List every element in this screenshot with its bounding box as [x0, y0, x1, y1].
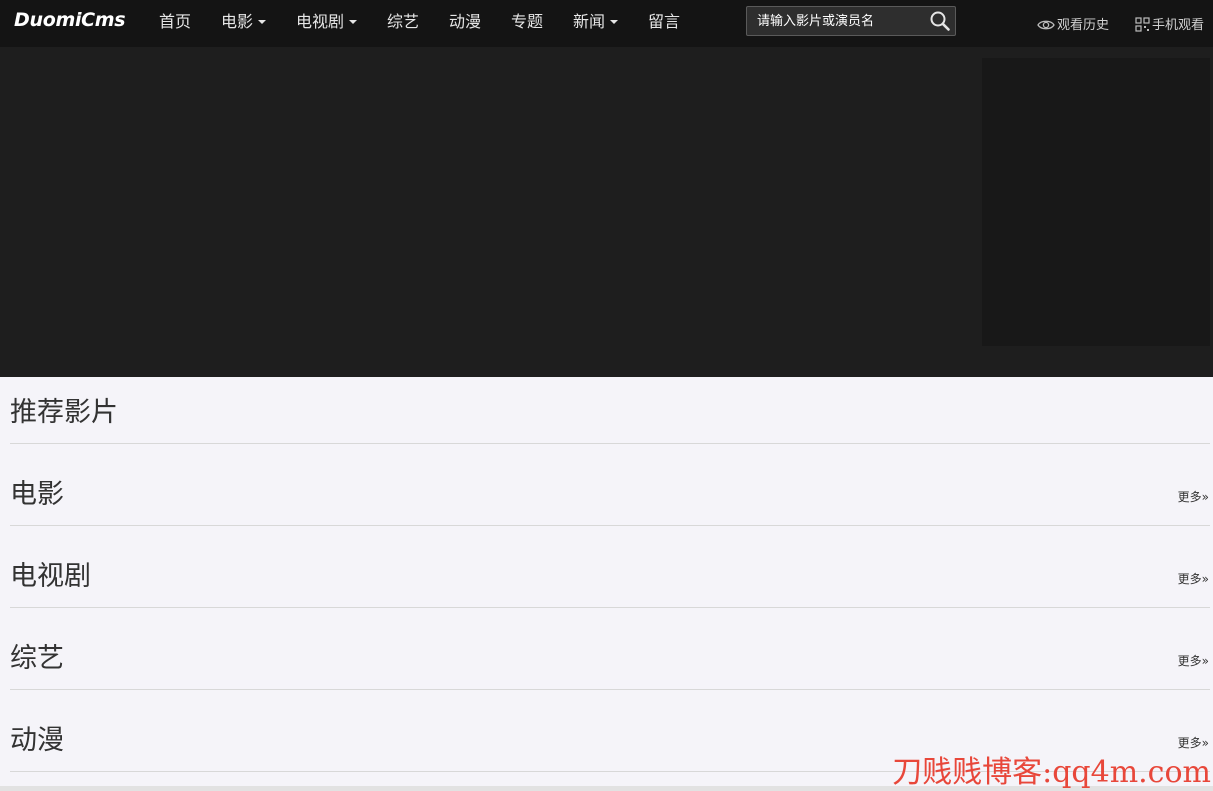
section-title: 电影	[10, 479, 64, 510]
nav-item-anime[interactable]: 动漫	[449, 12, 481, 32]
nav-item-tv-series[interactable]: 电视剧	[296, 12, 358, 32]
watermark-text: 刀贱贱博客:qq4m.com	[892, 755, 1211, 790]
more-link[interactable]: 更多»	[1178, 734, 1209, 751]
caret-down-icon	[349, 19, 358, 24]
qrcode-icon	[1135, 17, 1150, 32]
banner-side-panel	[982, 58, 1210, 346]
section-tv-series: 电视剧 更多»	[10, 541, 1210, 608]
watch-history-label: 观看历史	[1057, 18, 1110, 33]
section-title: 综艺	[10, 643, 64, 674]
nav-item-variety[interactable]: 综艺	[387, 12, 419, 32]
section-movies: 电影 更多»	[10, 459, 1210, 526]
site-logo[interactable]: DuomiCms	[14, 9, 126, 31]
search-form	[746, 6, 956, 36]
nav-item-label: 专题	[511, 12, 544, 31]
caret-down-icon	[258, 19, 267, 24]
caret-down-icon	[610, 19, 619, 24]
mobile-watch-label: 手机观看	[1152, 18, 1205, 33]
search-icon[interactable]	[929, 10, 951, 32]
more-link[interactable]: 更多»	[1178, 652, 1209, 669]
nav-item-news[interactable]: 新闻	[573, 12, 619, 32]
more-link[interactable]: 更多»	[1178, 570, 1209, 587]
section-variety: 综艺 更多»	[10, 623, 1210, 690]
nav-item-home[interactable]: 首页	[159, 12, 191, 32]
nav-item-label: 首页	[159, 12, 192, 31]
nav-item-label: 动漫	[449, 12, 482, 31]
search-input[interactable]	[747, 7, 922, 35]
section-title: 推荐影片	[10, 397, 118, 428]
top-navbar: DuomiCms 首页 电影 电视剧 综艺 动漫 专题 新闻 留言 观看历史	[0, 0, 1213, 47]
nav-item-guestbook[interactable]: 留言	[648, 12, 680, 32]
eye-icon	[1037, 20, 1055, 30]
more-link[interactable]: 更多»	[1178, 488, 1209, 505]
nav-item-label: 电视剧	[296, 12, 345, 31]
nav-item-label: 综艺	[387, 12, 420, 31]
nav-item-label: 新闻	[573, 12, 606, 31]
nav-item-movies[interactable]: 电影	[221, 12, 267, 32]
nav-item-topics[interactable]: 专题	[511, 12, 543, 32]
nav-item-label: 留言	[648, 12, 681, 31]
section-title: 电视剧	[10, 561, 91, 592]
section-title: 动漫	[10, 725, 64, 756]
nav-item-label: 电影	[221, 12, 254, 31]
section-recommended: 推荐影片	[10, 377, 1210, 444]
mobile-watch-link[interactable]: 手机观看	[1135, 14, 1204, 33]
watch-history-link[interactable]: 观看历史	[1037, 14, 1109, 33]
